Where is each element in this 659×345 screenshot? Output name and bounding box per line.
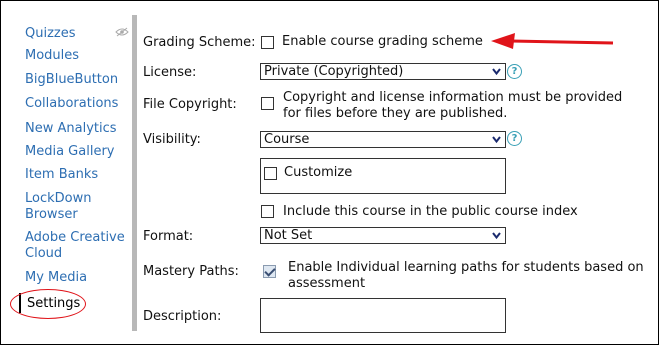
file-copyright-label: File Copyright: bbox=[143, 97, 237, 112]
file-copyright-checkbox[interactable] bbox=[261, 97, 274, 110]
nav-item-media-gallery[interactable]: Media Gallery bbox=[25, 144, 114, 159]
license-help-icon[interactable]: ? bbox=[507, 64, 522, 79]
nav-item-lockdown-browser-line2[interactable]: Browser bbox=[25, 207, 78, 222]
mastery-paths-text-line2: assessment bbox=[288, 276, 366, 291]
license-select[interactable]: Private (Copyrighted) bbox=[260, 63, 506, 80]
red-arrow-annotation bbox=[491, 33, 614, 49]
nav-item-adobe-creative-cloud[interactable]: Adobe Creative bbox=[25, 230, 125, 245]
file-copyright-text-line2: for files before they are published. bbox=[283, 106, 508, 121]
mastery-paths-checkbox[interactable] bbox=[263, 265, 276, 278]
format-select[interactable]: Not Set bbox=[260, 227, 506, 244]
nav-item-adobe-creative-cloud-line2[interactable]: Cloud bbox=[25, 246, 62, 261]
visibility-select-value: Course bbox=[264, 132, 310, 147]
eye-slash-icon[interactable] bbox=[115, 27, 129, 37]
customize-checkbox-label: Customize bbox=[284, 165, 353, 180]
sidebar-divider bbox=[132, 15, 137, 331]
nav-item-bigbluebutton[interactable]: BigBlueButton bbox=[25, 72, 118, 87]
course-settings-screenshot: Quizzes Modules BigBlueButton Collaborat… bbox=[0, 0, 659, 345]
nav-item-collaborations[interactable]: Collaborations bbox=[25, 96, 118, 111]
nav-item-lockdown-browser[interactable]: LockDown bbox=[25, 191, 91, 206]
nav-item-quizzes[interactable]: Quizzes bbox=[25, 26, 76, 41]
file-copyright-text-line1: Copyright and license information must b… bbox=[283, 90, 623, 105]
mastery-paths-label: Mastery Paths: bbox=[143, 264, 239, 279]
nav-item-modules[interactable]: Modules bbox=[25, 48, 79, 63]
format-label: Format: bbox=[143, 229, 194, 244]
public-index-checkbox[interactable] bbox=[261, 205, 274, 218]
mastery-paths-text-line1: Enable Individual learning paths for stu… bbox=[288, 260, 644, 275]
license-label: License: bbox=[143, 65, 197, 80]
customize-checkbox[interactable] bbox=[264, 167, 277, 180]
visibility-help-icon[interactable]: ? bbox=[507, 131, 522, 146]
public-index-checkbox-label: Include this course in the public course… bbox=[283, 204, 578, 219]
course-nav-sidebar: Quizzes Modules BigBlueButton Collaborat… bbox=[1, 1, 133, 344]
description-label: Description: bbox=[143, 309, 222, 324]
grading-scheme-checkbox[interactable] bbox=[261, 36, 274, 49]
grading-scheme-checkbox-label: Enable course grading scheme bbox=[282, 34, 483, 49]
nav-item-my-media[interactable]: My Media bbox=[25, 270, 87, 285]
license-select-value: Private (Copyrighted) bbox=[264, 64, 404, 79]
grading-scheme-label: Grading Scheme: bbox=[143, 35, 256, 50]
format-select-value: Not Set bbox=[264, 228, 313, 243]
chevron-down-icon bbox=[492, 68, 501, 76]
nav-item-new-analytics[interactable]: New Analytics bbox=[25, 121, 117, 136]
settings-highlight-oval bbox=[10, 289, 86, 319]
description-textarea[interactable] bbox=[260, 298, 506, 333]
visibility-label: Visibility: bbox=[143, 132, 201, 147]
chevron-down-icon bbox=[492, 232, 501, 240]
nav-item-item-banks[interactable]: Item Banks bbox=[25, 167, 98, 182]
visibility-customize-panel: Customize bbox=[260, 158, 506, 194]
visibility-select[interactable]: Course bbox=[260, 131, 506, 148]
chevron-down-icon bbox=[492, 136, 501, 144]
